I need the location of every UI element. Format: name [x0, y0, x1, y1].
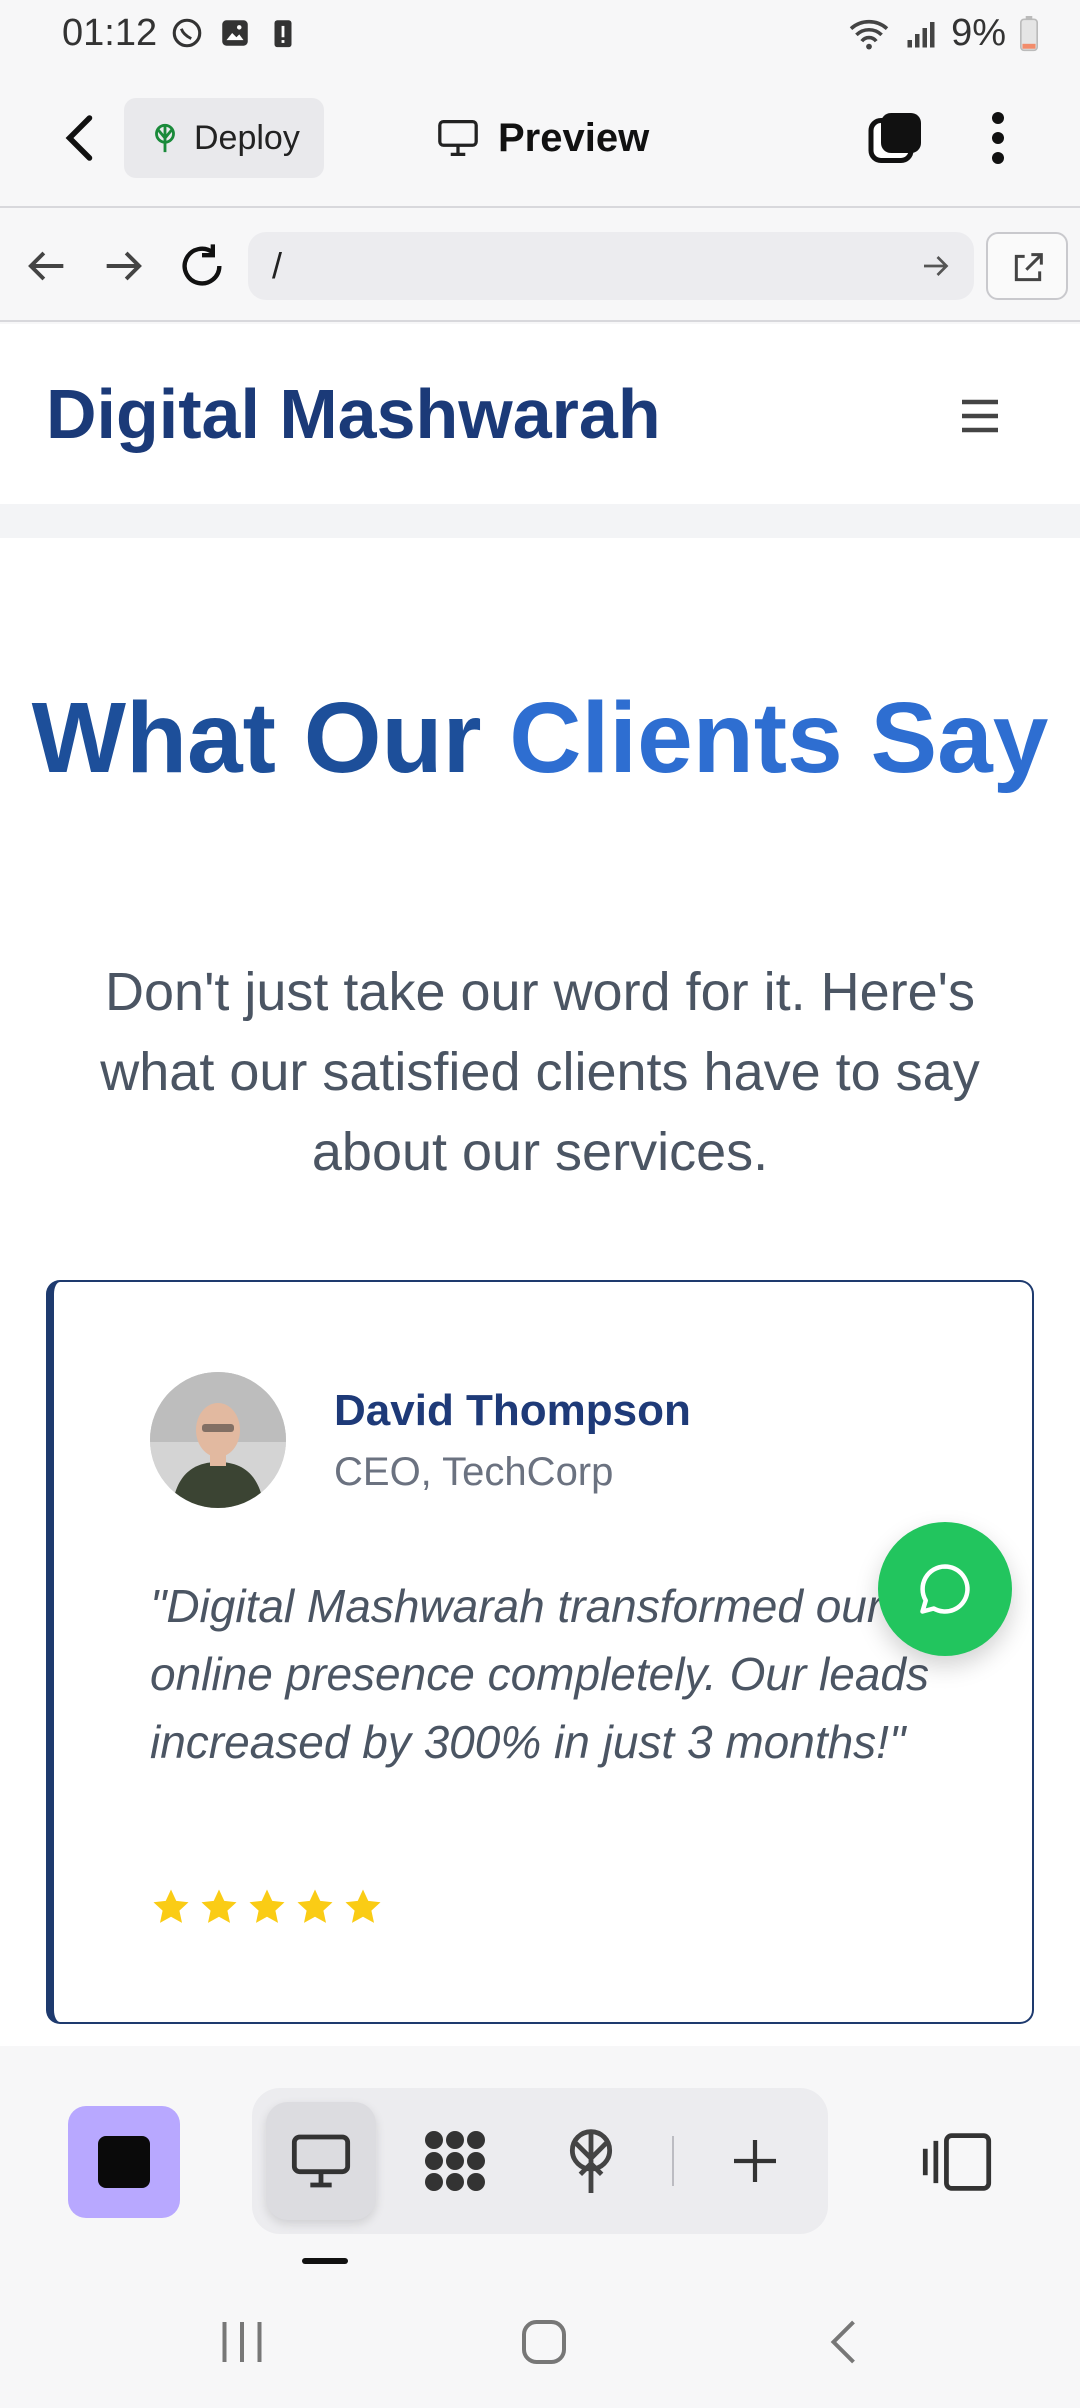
star-icon — [249, 1889, 285, 1923]
stop-button[interactable] — [68, 2106, 180, 2218]
heading-part1: What Our — [31, 682, 510, 794]
battery-icon — [1020, 15, 1038, 51]
whatsapp-chat-button[interactable] — [878, 1522, 1012, 1656]
client-role: CEO, TechCorp — [334, 1450, 614, 1494]
chat-bubble-icon — [920, 1564, 970, 1614]
nodes-icon — [425, 2131, 485, 2191]
star-icon — [297, 1889, 333, 1923]
battery-percent: 9% — [951, 12, 1006, 54]
browser-back-icon[interactable] — [20, 240, 72, 292]
add-tool-button[interactable] — [700, 2102, 810, 2220]
url-text: / — [272, 245, 283, 286]
deploy-button[interactable]: Deploy — [124, 98, 324, 178]
plus-icon — [734, 2140, 776, 2182]
app-bar: Deploy Preview — [0, 72, 1080, 208]
preview-label: Preview — [498, 115, 650, 160]
monitor-icon — [438, 119, 478, 156]
signal-icon — [907, 21, 935, 47]
open-external-button[interactable] — [986, 232, 1068, 300]
deploy-icon — [155, 123, 175, 153]
client-name: David Thompson — [334, 1386, 691, 1435]
gallery-icon — [222, 20, 248, 46]
notification-icons — [170, 16, 300, 50]
status-time: 01:12 — [62, 12, 158, 54]
view-mode-group — [252, 2088, 828, 2234]
testimonial-quote: "Digital Mashwarah transformed our onlin… — [150, 1580, 930, 1768]
avatar-photo — [150, 1372, 286, 1508]
go-arrow-icon[interactable] — [918, 248, 954, 284]
browser-forward-icon[interactable] — [98, 240, 150, 292]
section-heading: What Our Clients Say — [0, 680, 1080, 796]
recent-apps-icon[interactable] — [212, 2312, 272, 2372]
site-header: Digital Mashwarah — [0, 324, 1080, 504]
system-back-icon[interactable] — [816, 2312, 876, 2372]
bottom-toolbar — [0, 2046, 1080, 2276]
system-nav-bar — [0, 2276, 1080, 2408]
preview-mode-button[interactable] — [266, 2102, 376, 2220]
wifi-icon — [849, 19, 889, 49]
toolbar-divider — [672, 2136, 674, 2186]
reload-icon[interactable] — [176, 240, 228, 292]
status-right: 9% — [847, 12, 1040, 55]
avatar — [150, 1372, 286, 1508]
star-icon — [153, 1889, 189, 1923]
url-field[interactable]: / — [248, 232, 974, 300]
section-subtitle: Don't just take our word for it. Here's … — [100, 962, 980, 1182]
web-preview[interactable]: Digital Mashwarah What Our Clients Say D… — [0, 324, 1080, 2046]
split-view-icon[interactable] — [920, 2130, 994, 2194]
heading-part2: Clients Say — [509, 682, 1049, 794]
monitor-icon — [291, 2134, 351, 2188]
header-shadow-band — [0, 504, 1080, 538]
whatsapp-icon — [172, 18, 202, 48]
status-bar: 01:12 9% — [0, 0, 1080, 72]
tabs-icon[interactable] — [866, 108, 926, 168]
browser-toolbar: / — [0, 210, 1080, 322]
deploy-tool-button[interactable] — [536, 2102, 646, 2220]
more-menu-icon[interactable] — [978, 108, 1018, 168]
site-logo[interactable]: Digital Mashwarah — [46, 374, 661, 454]
stop-icon — [98, 2136, 150, 2188]
battery-alert-icon — [274, 20, 292, 48]
home-icon[interactable] — [514, 2312, 574, 2372]
testimonial-card: David Thompson CEO, TechCorp "Digital Ma… — [46, 1280, 1034, 2024]
star-icon — [345, 1889, 381, 1923]
deploy-icon — [569, 2129, 613, 2193]
deploy-label: Deploy — [194, 118, 300, 157]
hamburger-menu-icon[interactable] — [956, 396, 1004, 436]
external-link-icon — [1014, 253, 1043, 282]
back-arrow-icon[interactable] — [52, 108, 112, 168]
workspace-button[interactable] — [400, 2102, 510, 2220]
star-icon — [201, 1889, 237, 1923]
rating-stars — [150, 1886, 384, 1928]
active-tab-indicator — [302, 2258, 348, 2264]
preview-selector[interactable]: Preview — [436, 106, 649, 170]
